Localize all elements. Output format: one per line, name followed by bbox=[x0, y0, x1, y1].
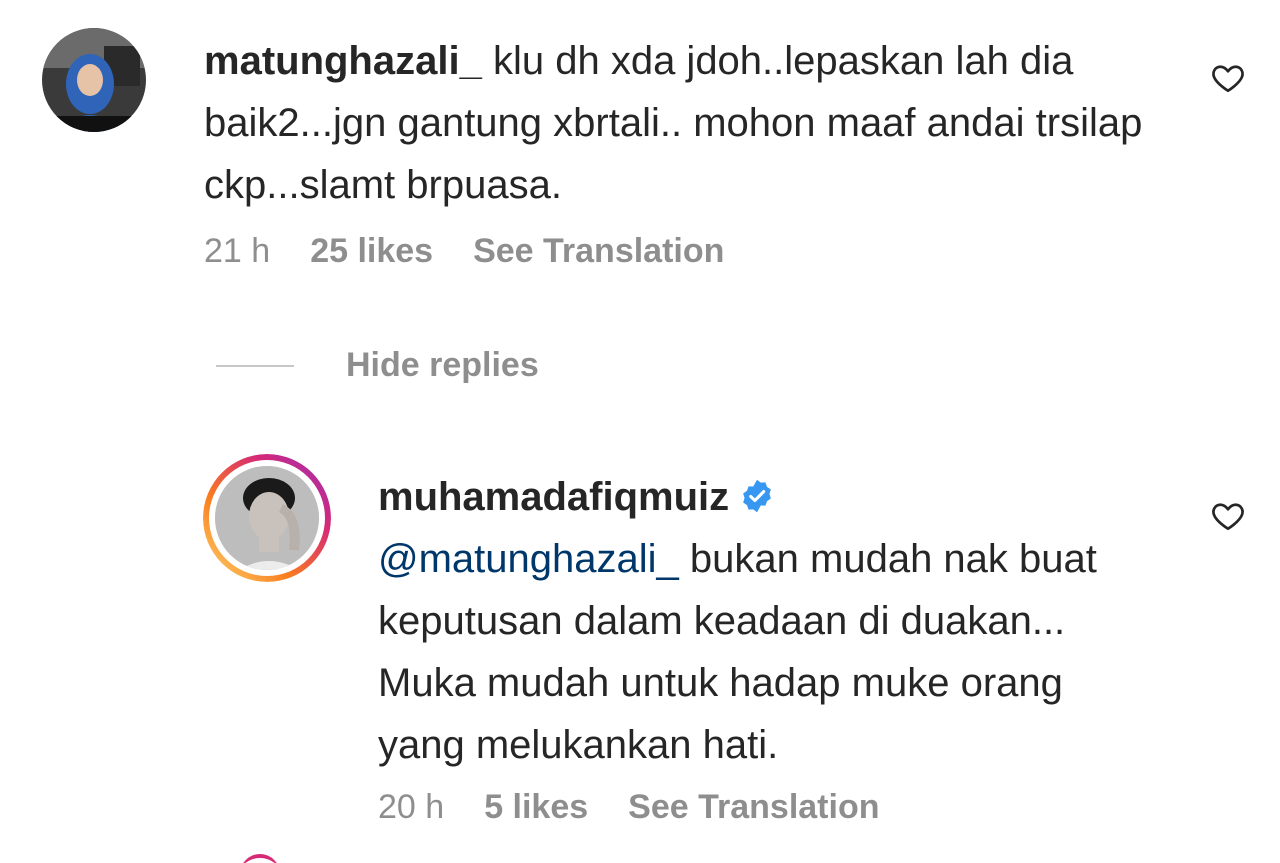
hide-replies-button[interactable]: Hide replies bbox=[216, 346, 539, 385]
verified-badge-icon bbox=[743, 479, 772, 513]
story-ring-avatar[interactable] bbox=[203, 454, 331, 582]
reply-content: @matunghazali_ bukan mudah nak buat kepu… bbox=[378, 528, 1158, 776]
avatar[interactable] bbox=[42, 28, 146, 132]
heart-outline-icon[interactable] bbox=[1210, 60, 1246, 96]
mention-link[interactable]: @matunghazali_ bbox=[378, 537, 679, 581]
comment-likes[interactable]: 25 likes bbox=[310, 232, 433, 271]
see-translation-link[interactable]: See Translation bbox=[473, 232, 724, 271]
next-avatar-ring bbox=[240, 854, 280, 863]
reply-username[interactable]: muhamadafiqmuiz bbox=[378, 475, 729, 519]
comment-time: 21 h bbox=[204, 232, 271, 270]
reply-body: muhamadafiqmuiz @matunghazali_ bukan mud… bbox=[378, 466, 1158, 776]
see-translation-link[interactable]: See Translation bbox=[628, 788, 879, 827]
reply-meta: 20 h 5 likes See Translation bbox=[378, 788, 880, 827]
hide-replies-label: Hide replies bbox=[346, 346, 539, 384]
heart-outline-icon[interactable] bbox=[1210, 498, 1246, 534]
comment-body: matunghazali_ klu dh xda jdoh..lepaskan … bbox=[204, 30, 1164, 216]
comment-thread: matunghazali_ klu dh xda jdoh..lepaskan … bbox=[0, 0, 1280, 863]
comment-meta: 21 h 25 likes See Translation bbox=[204, 232, 724, 271]
comment-username[interactable]: matunghazali_ bbox=[204, 39, 482, 83]
reply-header: muhamadafiqmuiz bbox=[378, 466, 1158, 528]
reply-likes[interactable]: 5 likes bbox=[484, 788, 588, 827]
divider bbox=[216, 364, 294, 367]
reply-time: 20 h bbox=[378, 788, 445, 826]
